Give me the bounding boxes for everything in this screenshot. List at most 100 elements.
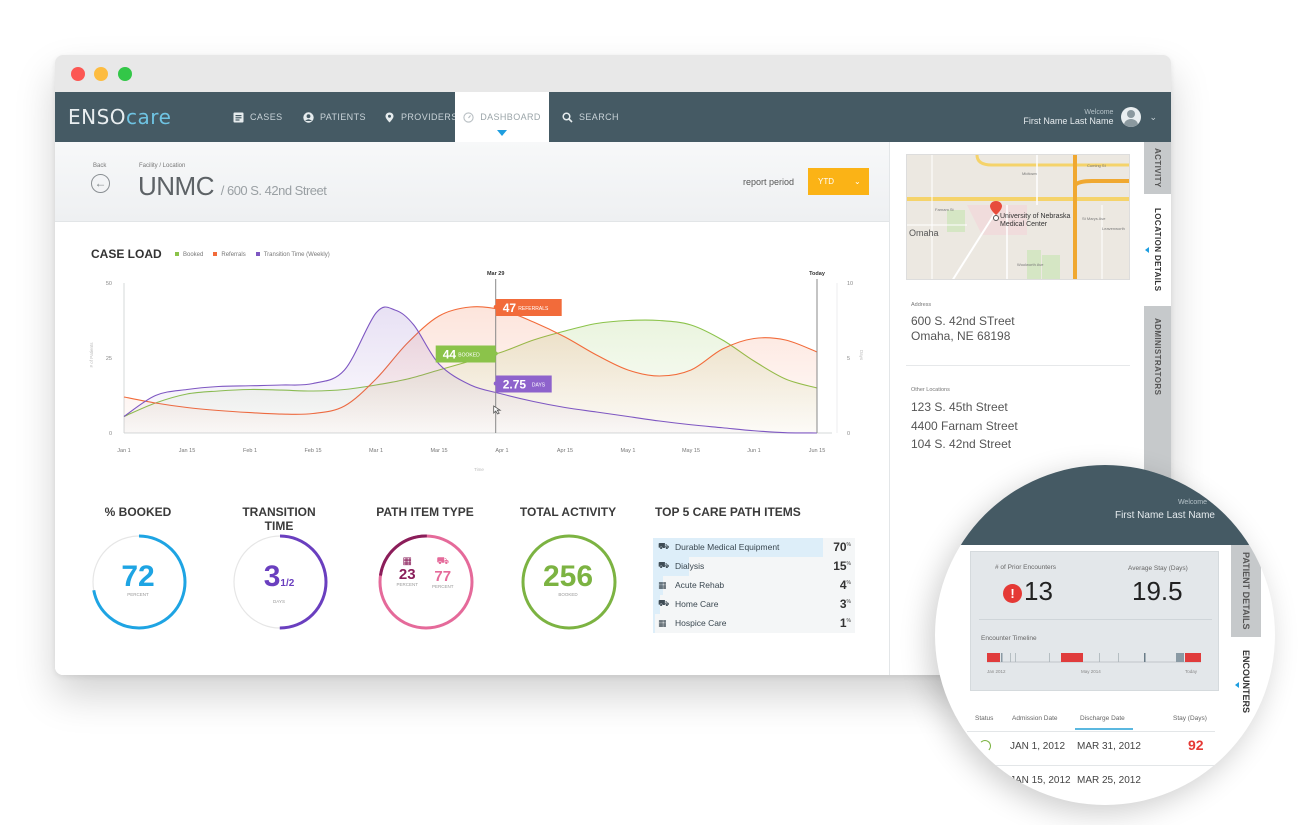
svg-text:Midtown: Midtown (1022, 171, 1037, 176)
timeline-encounter[interactable] (1061, 653, 1083, 662)
list-item[interactable]: ⛟ Home Care 3% (653, 595, 855, 614)
y2-axis-label: Days (859, 350, 864, 361)
timeline-encounter[interactable] (1144, 653, 1146, 662)
nav-cases-label: CASES (250, 112, 283, 122)
address-line2: Omaha, NE 68198 (911, 329, 1011, 343)
activity-value: 256 (542, 560, 594, 593)
logo-text-care: care (126, 105, 172, 129)
sort-indicator (1075, 728, 1133, 730)
tab-location-details[interactable]: LOCATION DETAILS (1144, 194, 1171, 306)
list-item[interactable]: ▦ Acute Rehab 4% (653, 576, 855, 595)
timeline-encounter[interactable] (1049, 653, 1050, 662)
booked-unit: PERCENT (127, 592, 149, 597)
nav-search[interactable]: SEARCH (562, 92, 619, 142)
share-bar (653, 614, 656, 633)
tab-label: ADMINISTRATORS (1153, 318, 1162, 396)
location-map[interactable]: University of Nebraska Medical Center Om… (906, 154, 1130, 280)
magnifier-user-name: First Name Last Name (1114, 510, 1215, 521)
tooltip-unit: REFERRALS (518, 306, 549, 312)
path-type-right-unit: PERCENT (432, 584, 454, 589)
case-load-chart[interactable]: 0 25 50 0 5 10 # of Patients Days Jan 1 Jan 15 Feb… (55, 142, 890, 482)
svg-text:Woolworth Ave: Woolworth Ave (1017, 262, 1044, 267)
tooltip-unit: BOOKED (458, 353, 480, 359)
tab-encounters[interactable]: ENCOUNTERS (1231, 650, 1275, 730)
x-tick-label: Jun 15 (809, 448, 826, 454)
stat-activity: TOTAL ACTIVITY (518, 505, 618, 519)
marker-label: Today (809, 271, 826, 277)
magnifier-callout: Welcome First Name Last Name # of Prior … (935, 465, 1275, 805)
nav-search-label: SEARCH (579, 112, 619, 122)
item-percent: 3% (839, 597, 851, 612)
divider (906, 365, 1130, 366)
address-label: Address (911, 302, 932, 308)
x-tick-label: Apr 1 (495, 448, 508, 454)
tab-label: PATIENT DETAILS (1241, 551, 1251, 630)
nav-patients[interactable]: PATIENTS (303, 92, 366, 142)
item-percent: 1% (839, 616, 851, 631)
nav-providers[interactable]: PROVIDERS (384, 92, 458, 142)
y2-tick-label: 0 (847, 431, 850, 437)
minimize-window-button[interactable] (94, 67, 108, 81)
other-location-item[interactable]: 4400 Farnam Street (911, 417, 1018, 436)
tab-activity[interactable]: ACTIVITY (1144, 142, 1171, 194)
y2-tick-label: 10 (847, 281, 853, 287)
path-type-left-value: 23 (398, 566, 416, 583)
maximize-window-button[interactable] (118, 67, 132, 81)
x-tick-label: Jan 15 (179, 448, 196, 454)
column-header-discharge[interactable]: Discharge Date (1080, 715, 1125, 722)
y-tick-label: 25 (106, 356, 112, 362)
nav-cases[interactable]: CASES (233, 92, 283, 142)
list-item[interactable]: ⛟ Dialysis 15% (653, 557, 855, 576)
y-tick-label: 0 (109, 431, 112, 437)
list-item[interactable]: ⛟ Durable Medical Equipment 70% (653, 538, 855, 557)
x-tick-label: Mar 15 (430, 448, 447, 454)
admission-date: JAN 1, 2012 (1010, 741, 1066, 752)
other-location-item[interactable]: 123 S. 45th Street (911, 398, 1018, 417)
column-header-admission[interactable]: Admission Date (1012, 715, 1058, 722)
item-label: Home Care (675, 599, 719, 610)
transition-unit: DAYS (273, 599, 285, 604)
timeline-encounter[interactable] (1176, 653, 1184, 662)
timeline-label: Encounter Timeline (981, 635, 1037, 642)
encounter-timeline[interactable]: Jan 2012 May 2014 Today (981, 649, 1211, 681)
tooltip-value: 44 (443, 348, 457, 362)
timeline-encounter[interactable] (1185, 653, 1201, 662)
list-item[interactable]: ▦ Hospice Care 1% (653, 614, 855, 633)
truck-icon: ⛟ (658, 560, 670, 571)
document-icon (233, 112, 244, 122)
column-header-status[interactable]: Status (975, 715, 993, 722)
column-header-stay[interactable]: Stay (Days) (1173, 715, 1207, 722)
transition-value: 3 (263, 560, 281, 593)
tab-patient-details[interactable]: PATIENT DETAILS (1231, 545, 1261, 637)
alert-icon: ! (1003, 584, 1022, 603)
prior-encounters-label: # of Prior Encounters (995, 564, 1057, 571)
tooltip-unit: DAYS (532, 383, 546, 389)
item-label: Acute Rehab (675, 580, 725, 591)
user-menu[interactable]: Welcome First Name Last Name ⌄ (1023, 92, 1157, 142)
logo[interactable]: ENSOcare (68, 105, 171, 129)
title-bar (55, 55, 1171, 92)
avatar[interactable] (1121, 107, 1142, 127)
timeline-encounter[interactable] (1001, 653, 1003, 662)
address-text: 600 S. 42nd STreet Omaha, NE 68198 (911, 314, 1015, 344)
timeline-encounter[interactable] (1118, 653, 1119, 662)
stat-booked: % BOOKED (88, 505, 188, 519)
timeline-encounter[interactable] (987, 653, 1000, 662)
timeline-encounter[interactable] (1015, 653, 1016, 662)
stat-title: TOTAL ACTIVITY (519, 505, 617, 519)
discharge-date: MAR 25, 2012 (1077, 775, 1141, 786)
other-location-item[interactable]: 104 S. 42nd Street (911, 435, 1018, 454)
svg-text:St Marys Ave: St Marys Ave (1082, 216, 1106, 221)
close-window-button[interactable] (71, 67, 85, 81)
discharge-date: MAR 31, 2012 (1077, 741, 1141, 752)
chevron-down-icon[interactable]: ⌄ (1149, 112, 1157, 123)
timeline-encounter[interactable] (1099, 653, 1100, 662)
top-navbar: ENSOcare CASES PATIENTS PROVIDERS DASHBO… (55, 92, 1171, 142)
nav-dashboard[interactable]: DASHBOARD (455, 92, 549, 142)
nav-providers-label: PROVIDERS (401, 112, 458, 122)
timeline-encounter[interactable] (1010, 653, 1011, 662)
user-text: Welcome First Name Last Name (1023, 109, 1113, 126)
address-line1: 600 S. 42nd STreet (911, 314, 1015, 328)
booked-value: 72 (121, 560, 155, 593)
marker-label: Mar 29 (487, 271, 504, 277)
